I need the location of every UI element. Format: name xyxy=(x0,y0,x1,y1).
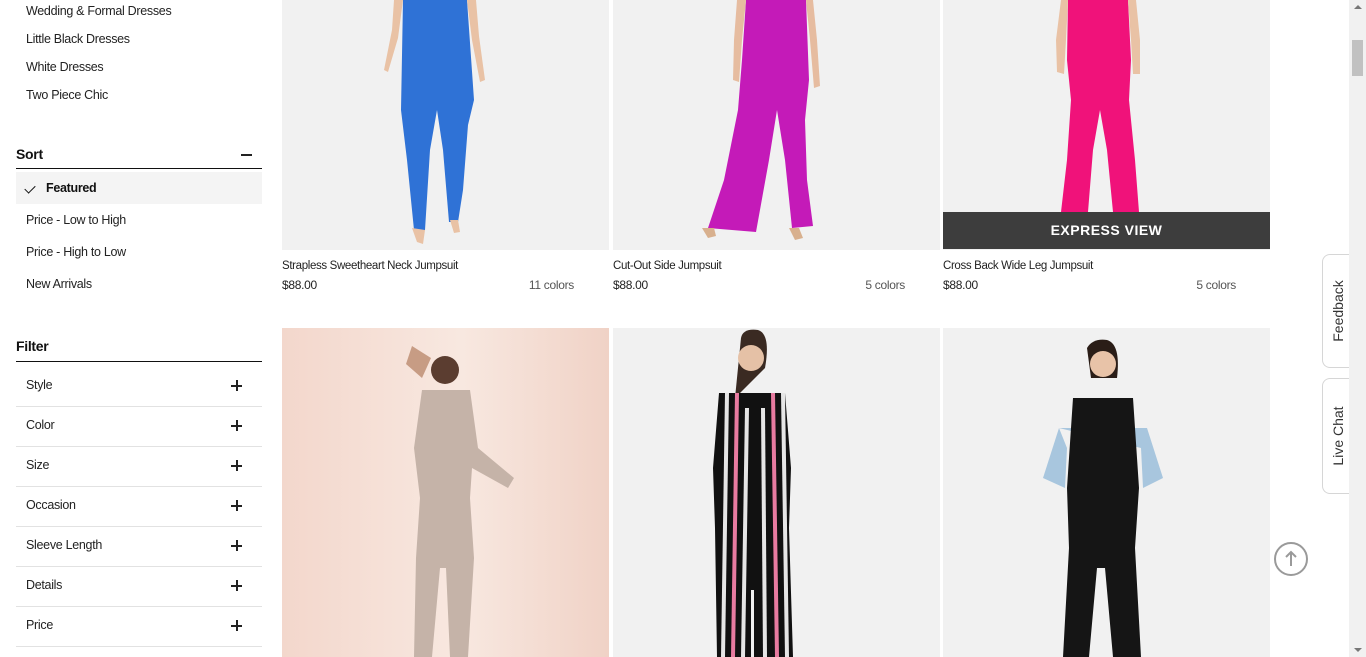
product-photo xyxy=(406,346,514,657)
filter-label: Color xyxy=(26,418,55,432)
sort-option-new-arrivals[interactable]: New Arrivals xyxy=(16,268,262,300)
category-link-wedding-formal[interactable]: Wedding & Formal Dresses xyxy=(26,4,172,18)
filter-price[interactable]: Price xyxy=(16,606,262,647)
sort-option-label: Featured xyxy=(46,181,97,195)
filter-label: Size xyxy=(26,458,50,472)
product-colors-count[interactable]: 5 colors xyxy=(845,278,905,292)
product-photo xyxy=(713,329,793,657)
product-image-black-jumpsuit[interactable] xyxy=(943,328,1270,657)
sort-option-price-high-low[interactable]: Price - High to Low xyxy=(16,236,262,268)
expand-plus-icon[interactable] xyxy=(231,380,242,391)
sort-option-price-low-high[interactable]: Price - Low to High xyxy=(16,204,262,236)
product-colors-count[interactable]: 11 colors xyxy=(514,278,574,292)
product-image-strapless-jumpsuit[interactable] xyxy=(282,0,609,250)
live-chat-label: Live Chat xyxy=(1330,406,1346,466)
product-price: $88.00 xyxy=(613,278,648,292)
category-link-white-dresses[interactable]: White Dresses xyxy=(26,60,104,74)
arrow-up-icon xyxy=(1285,550,1297,566)
expand-plus-icon[interactable] xyxy=(231,580,242,591)
feedback-label: Feedback xyxy=(1330,280,1346,342)
filter-label: Sleeve Length xyxy=(26,538,103,552)
scroll-up-arrow-icon[interactable] xyxy=(1354,5,1362,9)
filter-title: Filter xyxy=(16,338,49,354)
sort-option-label: Price - High to Low xyxy=(26,245,126,259)
category-link-two-piece-chic[interactable]: Two Piece Chic xyxy=(26,88,108,102)
sort-title: Sort xyxy=(16,146,43,162)
sort-option-label: Price - Low to High xyxy=(26,213,126,227)
product-name[interactable]: Cross Back Wide Leg Jumpsuit xyxy=(943,260,1093,272)
sort-header[interactable]: Sort xyxy=(16,140,262,169)
scroll-thumb[interactable] xyxy=(1352,40,1363,76)
product-photo xyxy=(384,0,485,244)
product-price: $88.00 xyxy=(943,278,978,292)
category-link-little-black-dresses[interactable]: Little Black Dresses xyxy=(26,32,130,46)
expand-plus-icon[interactable] xyxy=(231,460,242,471)
expand-plus-icon[interactable] xyxy=(231,500,242,511)
expand-plus-icon[interactable] xyxy=(231,420,242,431)
expand-plus-icon[interactable] xyxy=(231,620,242,631)
filter-label: Occasion xyxy=(26,498,76,512)
product-colors-count[interactable]: 5 colors xyxy=(1176,278,1236,292)
product-price: $88.00 xyxy=(282,278,317,292)
filter-sleeve-length[interactable]: Sleeve Length xyxy=(16,526,262,567)
filter-details[interactable]: Details xyxy=(16,566,262,607)
product-photo xyxy=(1043,339,1163,657)
express-view-button[interactable]: EXPRESS VIEW xyxy=(943,212,1270,249)
product-image-cutout-jumpsuit[interactable] xyxy=(613,0,940,250)
product-photo xyxy=(702,0,820,240)
product-name[interactable]: Strapless Sweetheart Neck Jumpsuit xyxy=(282,260,458,272)
filter-label: Price xyxy=(26,618,53,632)
filter-label: Style xyxy=(26,378,53,392)
product-image-utility-jumpsuit[interactable] xyxy=(282,328,609,657)
scroll-down-arrow-icon[interactable] xyxy=(1354,648,1362,652)
collapse-minus-icon[interactable] xyxy=(241,154,252,156)
filter-label: Details xyxy=(26,578,63,592)
filter-color[interactable]: Color xyxy=(16,406,262,447)
sort-option-featured[interactable]: Featured xyxy=(16,172,262,204)
filter-size[interactable]: Size xyxy=(16,446,262,487)
page-scrollbar[interactable] xyxy=(1349,0,1366,657)
expand-plus-icon[interactable] xyxy=(231,540,242,551)
sort-option-label: New Arrivals xyxy=(26,277,92,291)
check-icon xyxy=(24,182,36,194)
filter-style[interactable]: Style xyxy=(16,366,262,407)
back-to-top-button[interactable] xyxy=(1274,542,1308,576)
product-image-striped-jumpsuit[interactable] xyxy=(613,328,940,657)
filter-occasion[interactable]: Occasion xyxy=(16,486,262,527)
product-name[interactable]: Cut-Out Side Jumpsuit xyxy=(613,260,722,272)
filter-header: Filter xyxy=(16,332,262,362)
